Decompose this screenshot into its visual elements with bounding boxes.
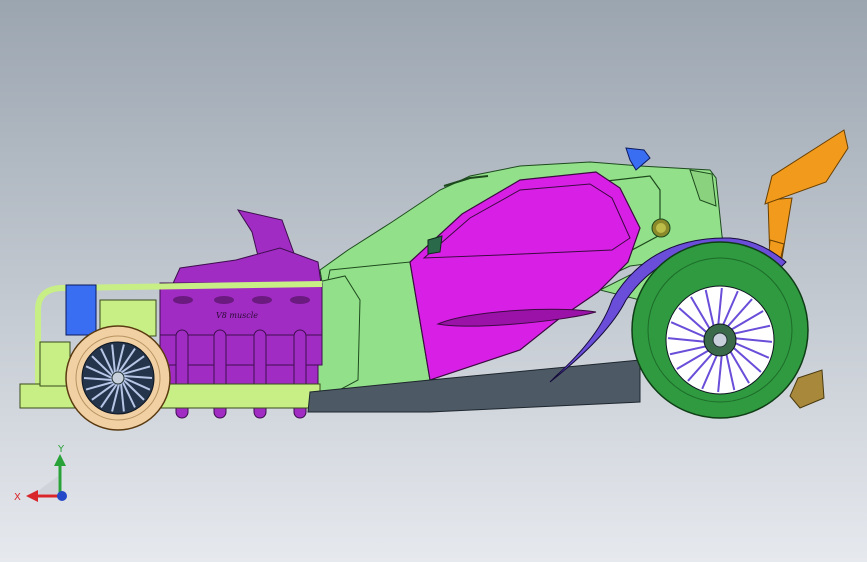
- y-axis-label: Y: [57, 444, 65, 455]
- x-axis-label: X: [14, 492, 21, 503]
- front-hub: [111, 371, 125, 385]
- cad-viewport[interactable]: V8 muscle X Y: [0, 0, 867, 562]
- cad-scene[interactable]: V8 muscle X Y: [0, 0, 867, 562]
- fuel-cap-inner: [656, 223, 666, 233]
- frame-rail: [19, 383, 321, 409]
- front-wheel[interactable]: [65, 325, 171, 431]
- engine-block: [159, 282, 323, 336]
- engine-block-label: V8 muscle: [216, 311, 258, 320]
- rear-hub: [712, 332, 728, 348]
- z-axis-dot: [57, 491, 67, 501]
- radiator: [65, 284, 97, 336]
